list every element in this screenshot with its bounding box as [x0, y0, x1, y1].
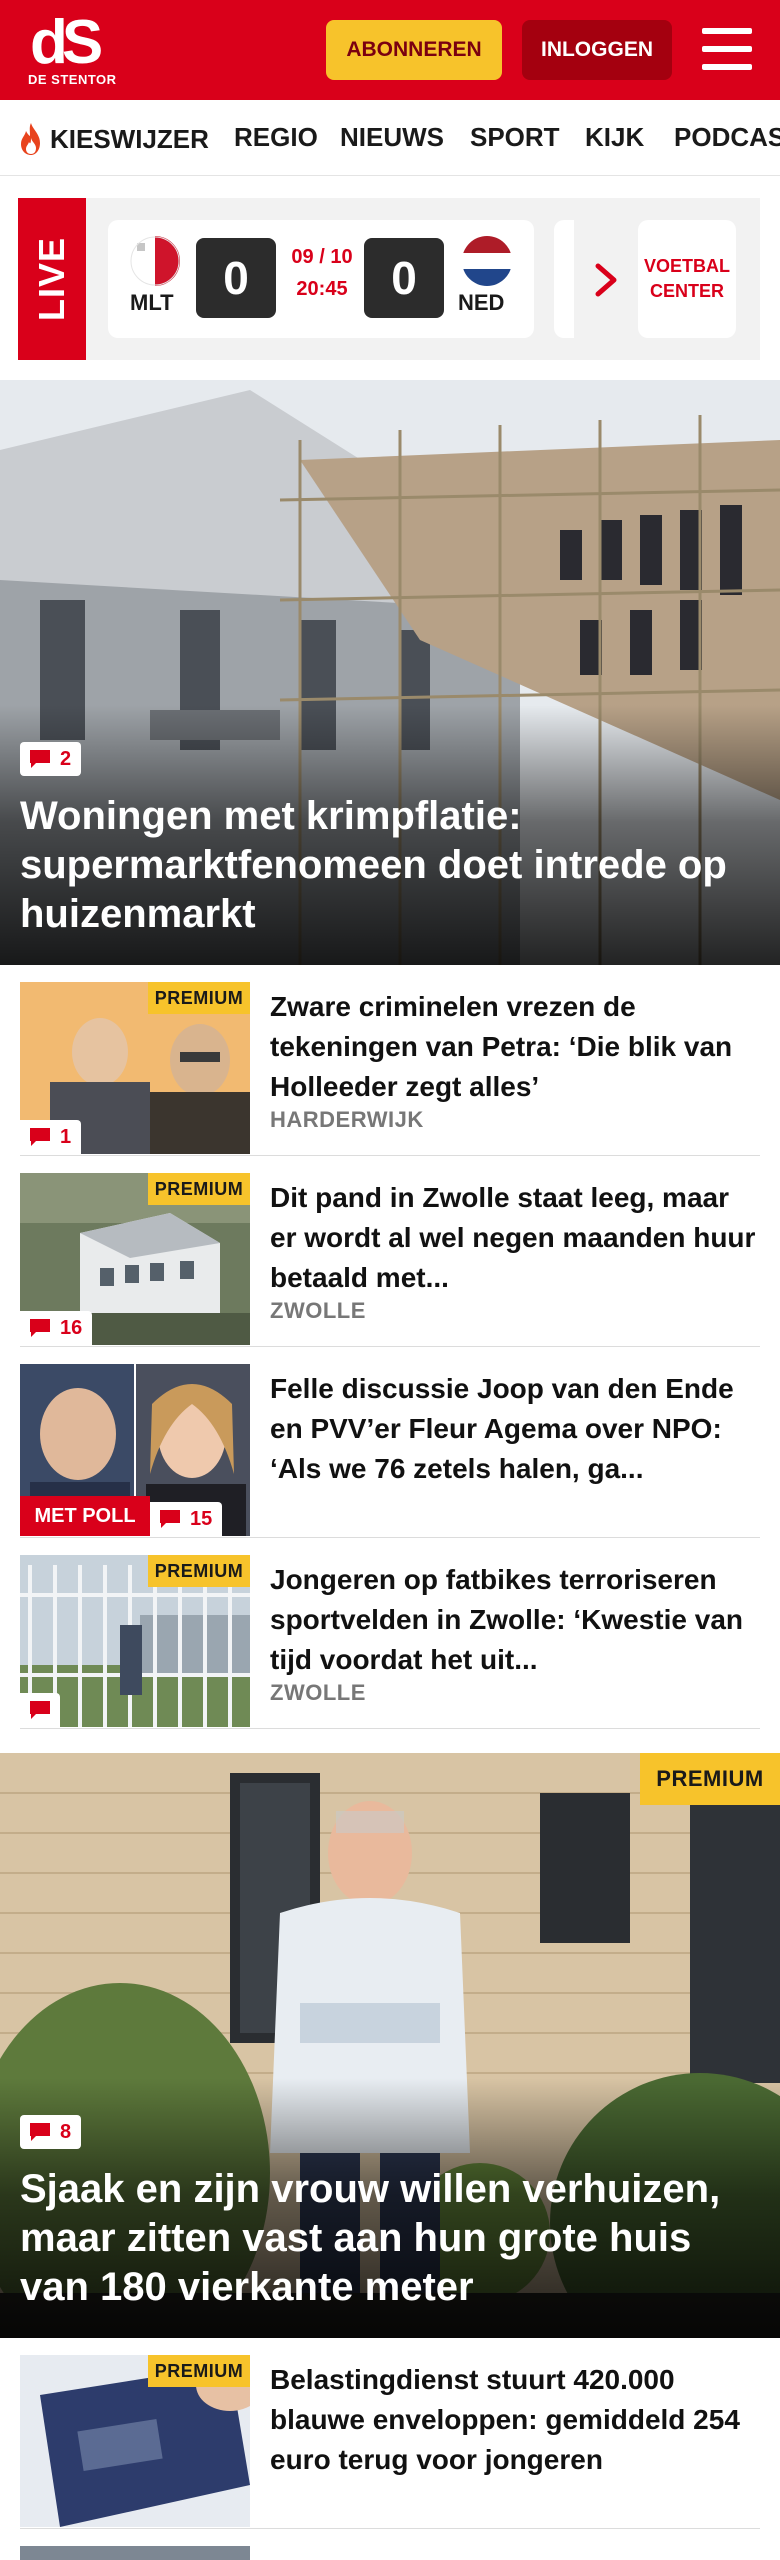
- nav-label: NIEUWS: [340, 122, 444, 152]
- comment-icon: [30, 1319, 50, 1337]
- premium-badge: PREMIUM: [148, 2355, 250, 2387]
- article-category[interactable]: ZWOLLE: [270, 1680, 366, 1706]
- malta-flag-icon: [130, 236, 180, 286]
- home-team-code: MLT: [130, 290, 174, 315]
- match-time: 20:45: [296, 278, 348, 300]
- hero-article[interactable]: PREMIUM 8 Sjaak en zijn vrouw willen ver…: [0, 1753, 780, 2338]
- nav-label: SPORT: [470, 122, 560, 152]
- away-team-code: NED: [458, 290, 505, 315]
- comment-count[interactable]: 1: [20, 1120, 82, 1154]
- premium-badge: PREMIUM: [640, 1753, 780, 1805]
- nav-item-regio[interactable]: REGIO: [234, 122, 318, 153]
- article-item[interactable]: Familiedrama in oostelijk...: [20, 2529, 760, 2560]
- premium-badge: PREMIUM: [148, 982, 250, 1014]
- comment-icon: [30, 1701, 50, 1719]
- comment-count[interactable]: 16: [20, 1311, 93, 1345]
- hero-article[interactable]: 2 Woningen met krimpflatie: supermarktfe…: [0, 380, 780, 965]
- voetbal-center-button[interactable]: VOETBAL CENTER: [638, 220, 736, 338]
- site-header: dS DE STENTOR ABONNEREN INLOGGEN: [0, 0, 780, 100]
- live-scores-bar: LIVE MLT 0 09 / 10 20:45 0 NED VOETBAL C…: [18, 198, 760, 360]
- comment-icon: [30, 2123, 50, 2141]
- nav-label: KIESWIJZER: [50, 123, 209, 154]
- article-item[interactable]: PREMIUM Jongeren op fatbikes terrorise­r…: [20, 1538, 760, 1729]
- nav-item-podcast[interactable]: PODCAS: [674, 122, 780, 153]
- flame-icon: [21, 123, 40, 155]
- comment-count[interactable]: 8: [20, 2115, 82, 2149]
- match-date: 09 / 10: [291, 246, 353, 268]
- nav-label: PODCAS: [674, 122, 780, 152]
- article-item[interactable]: MET POLL 15 Felle discussie Joop van den…: [20, 1347, 760, 1538]
- subscribe-button[interactable]: ABONNEREN: [326, 20, 502, 80]
- article-thumbnail[interactable]: PREMIUM 1: [20, 982, 250, 1154]
- logo-mark: dS: [30, 8, 103, 77]
- article-thumbnail[interactable]: PREMIUM 16: [20, 1173, 250, 1345]
- article-title[interactable]: Familiedrama in oostelijk...: [270, 2551, 760, 2560]
- article-title[interactable]: Felle discussie Joop van den Ende en PVV…: [270, 1369, 760, 1489]
- premium-badge: PREMIUM: [148, 1555, 250, 1587]
- article-item[interactable]: PREMIUM 16 Dit pand in Zwolle staat leeg…: [20, 1156, 760, 1347]
- hero-title[interactable]: Woningen met krimpflatie: supermarktfeno…: [20, 792, 760, 939]
- article-title[interactable]: Zware criminelen vrezen de tekeningen va…: [270, 987, 760, 1107]
- article-thumbnail[interactable]: PREMIUM: [20, 2355, 250, 2527]
- site-logo[interactable]: dS DE STENTOR: [26, 12, 116, 90]
- next-match-card[interactable]: [554, 220, 574, 338]
- article-title[interactable]: Belastingdienst stuurt 420.000 blauwe en…: [270, 2360, 760, 2480]
- chevron-right-icon[interactable]: [588, 260, 624, 300]
- thumbnail-image: [20, 2546, 250, 2560]
- article-title[interactable]: Dit pand in Zwolle staat leeg, maar er w…: [270, 1178, 760, 1298]
- article-item[interactable]: PREMIUM Belastingdienst stuurt 420.000 b…: [20, 2338, 760, 2529]
- article-category[interactable]: ZWOLLE: [270, 1298, 366, 1324]
- article-item[interactable]: PREMIUM 1 Zware criminelen vrezen de tek…: [20, 965, 760, 1156]
- article-title[interactable]: Jongeren op fatbikes terrorise­ren sport…: [270, 1560, 760, 1680]
- article-thumbnail[interactable]: MET POLL 15: [20, 1364, 250, 1536]
- nav-label: KIJK: [585, 122, 645, 152]
- netherlands-flag-icon: [462, 236, 512, 286]
- nav-item-sport[interactable]: SPORT: [470, 122, 560, 153]
- article-thumbnail[interactable]: PREMIUM: [20, 1555, 250, 1727]
- hero-title[interactable]: Sjaak en zijn vrouw willen verhuizen, ma…: [20, 2165, 760, 2312]
- match-card[interactable]: MLT 0 09 / 10 20:45 0 NED: [108, 220, 534, 338]
- comment-count[interactable]: 15: [150, 1502, 223, 1536]
- live-label: LIVE: [18, 198, 86, 360]
- nav-item-kieswijzer[interactable]: KIESWIJZER: [18, 122, 209, 156]
- nav-label: REGIO: [234, 122, 318, 152]
- comment-icon: [160, 1510, 180, 1528]
- poll-badge: MET POLL: [20, 1496, 150, 1536]
- away-score: 0: [364, 238, 444, 318]
- comment-count[interactable]: 2: [20, 742, 82, 776]
- comment-icon: [30, 1128, 50, 1146]
- main-nav: KIESWIJZER REGIO NIEUWS SPORT KIJK PODCA…: [0, 100, 780, 176]
- login-button[interactable]: INLOGGEN: [522, 20, 672, 80]
- logo-name: DE STENTOR: [28, 72, 117, 87]
- nav-item-nieuws[interactable]: NIEUWS: [340, 122, 444, 153]
- comment-icon: [30, 750, 50, 768]
- article-thumbnail[interactable]: [20, 2546, 250, 2560]
- premium-badge: PREMIUM: [148, 1173, 250, 1205]
- nav-item-kijk[interactable]: KIJK: [585, 122, 644, 153]
- menu-icon[interactable]: [700, 26, 754, 72]
- home-score: 0: [196, 238, 276, 318]
- article-category[interactable]: HARDERWIJK: [270, 1107, 424, 1133]
- comment-count[interactable]: [20, 1693, 60, 1727]
